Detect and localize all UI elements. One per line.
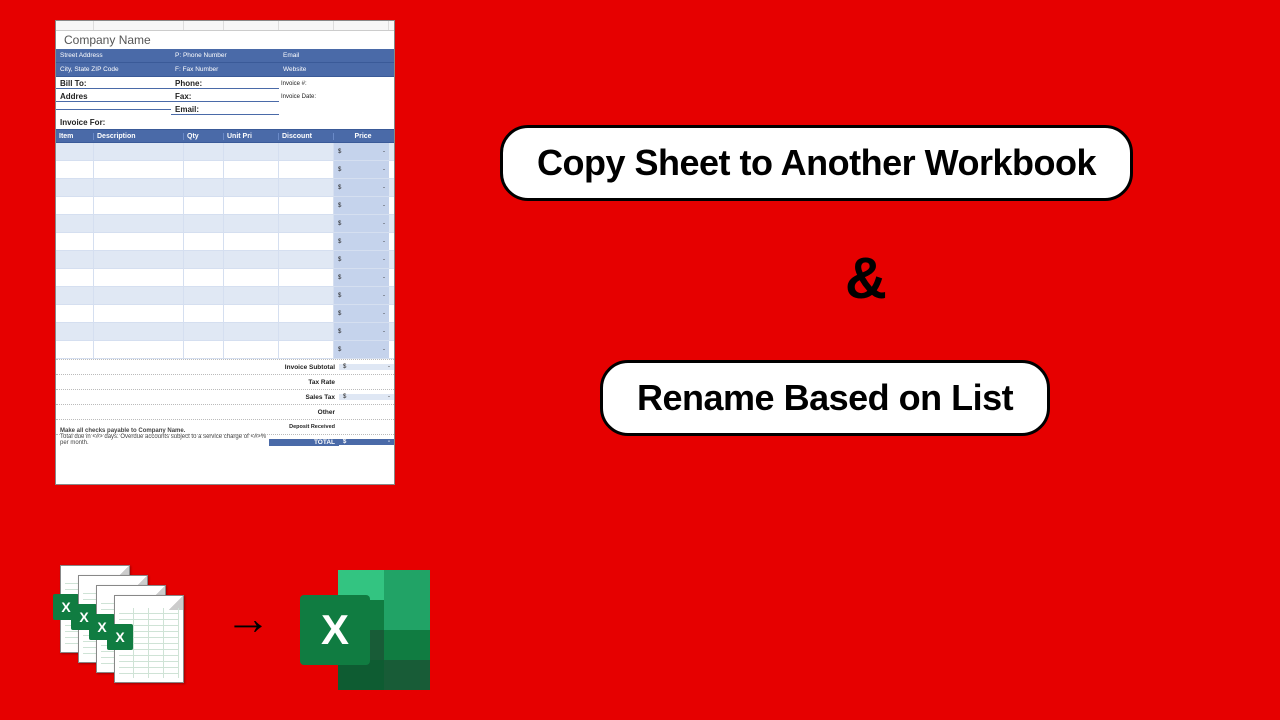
sheet-column-guides <box>56 21 394 31</box>
header-row-address: Street Address P: Phone Number Email <box>56 49 394 63</box>
table-row: $- <box>56 197 394 215</box>
title-pill-copy: Copy Sheet to Another Workbook <box>500 125 1133 201</box>
invoice-for-label: Invoice For: <box>56 116 394 129</box>
header-row-city: City, State ZIP Code F: Fax Number Websi… <box>56 63 394 77</box>
table-header: Item Description Qty Unit Pri Discount P… <box>56 129 394 143</box>
invoice-footer: Make all checks payable to Company Name.… <box>56 424 276 450</box>
table-row: $- <box>56 233 394 251</box>
subtotal-row: Invoice Subtotal $- <box>56 359 394 374</box>
salestax-row: Sales Tax $- <box>56 389 394 404</box>
table-row: $- <box>56 161 394 179</box>
table-row: $- <box>56 323 394 341</box>
email-row: Email: <box>56 103 394 116</box>
title-pill-rename: Rename Based on List <box>600 360 1050 436</box>
ampersand: & <box>845 245 887 312</box>
arrow-icon: → <box>225 591 271 645</box>
table-row: $- <box>56 305 394 323</box>
table-row: $- <box>56 143 394 161</box>
table-row: $- <box>56 287 394 305</box>
taxrate-row: Tax Rate <box>56 374 394 389</box>
table-row: $- <box>56 179 394 197</box>
company-name: Company Name <box>56 31 394 49</box>
other-row: Other <box>56 404 394 419</box>
excel-files-stack-icon: X X X X <box>60 565 210 685</box>
excel-app-icon: X <box>300 570 430 690</box>
table-row: $- <box>56 341 394 359</box>
table-row: $- <box>56 251 394 269</box>
bill-to-row: Bill To: Phone: Invoice #: <box>56 77 394 90</box>
invoice-template-thumbnail: Company Name Street Address P: Phone Num… <box>55 20 395 485</box>
table-row: $- <box>56 215 394 233</box>
table-row: $- <box>56 269 394 287</box>
address-row: Addres Fax: Invoice Date: <box>56 90 394 103</box>
